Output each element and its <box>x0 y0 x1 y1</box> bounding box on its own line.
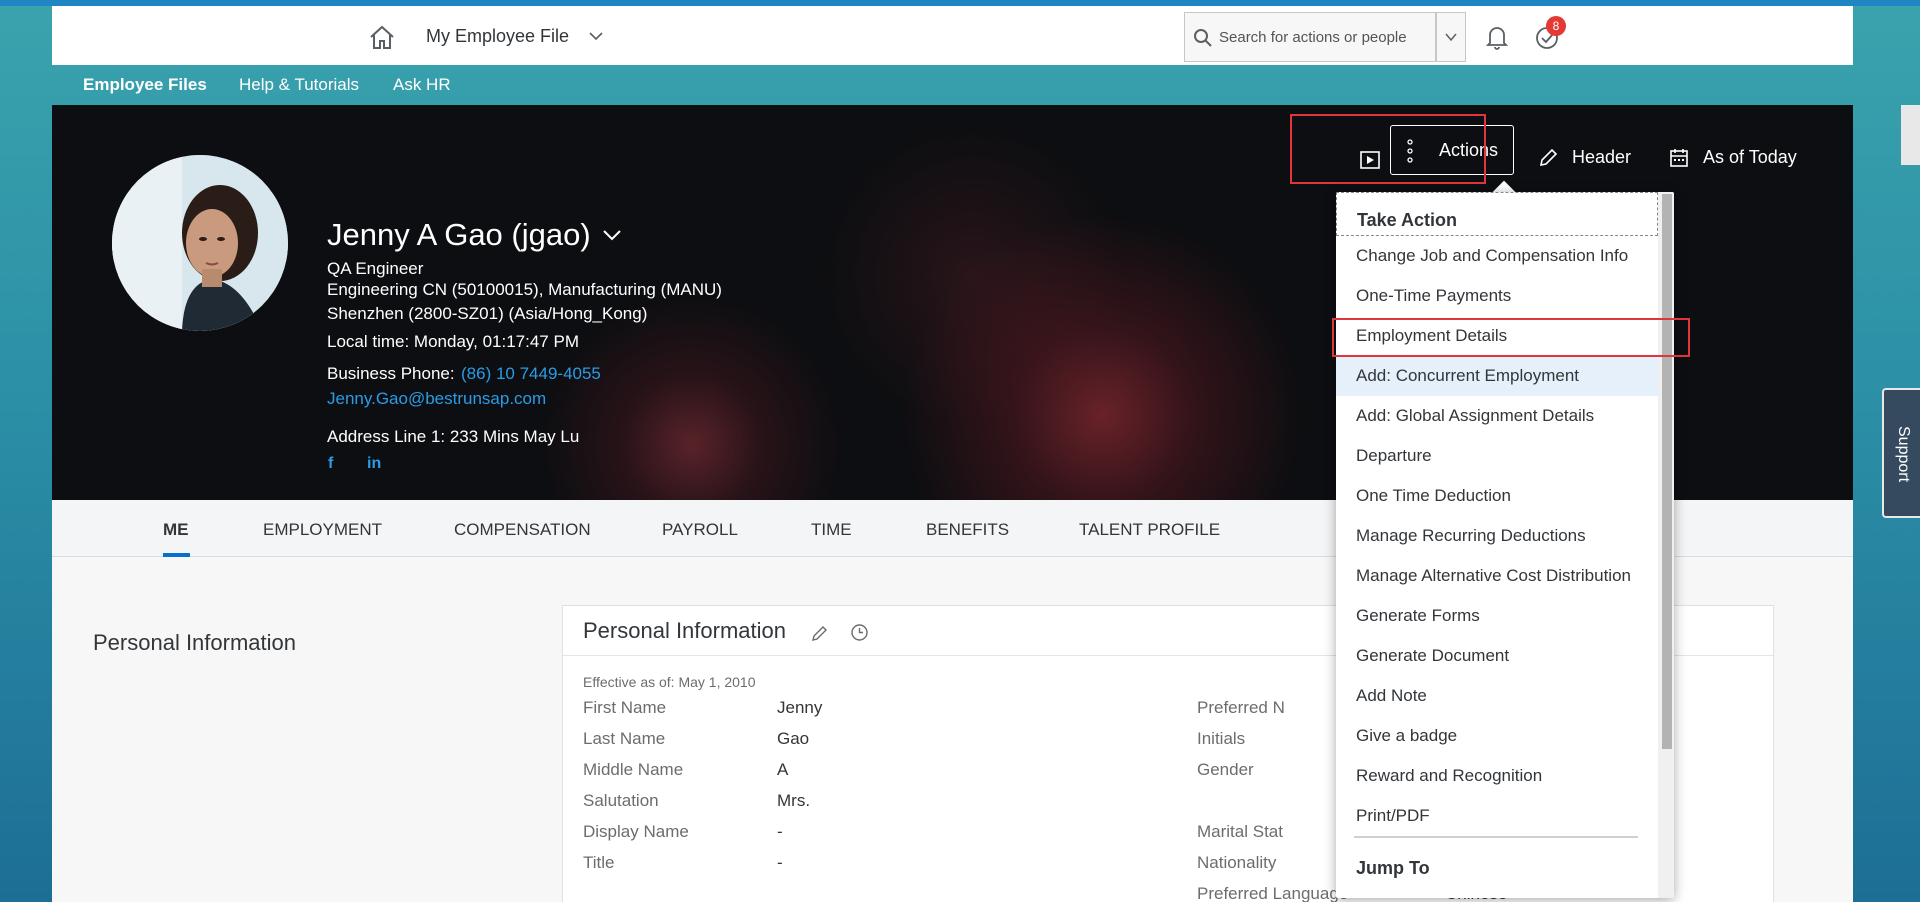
menu-item-change-job[interactable]: Change Job and Compensation Info <box>1336 236 1658 276</box>
field-value: A <box>777 760 789 779</box>
field-label: Gender <box>1197 760 1254 779</box>
subnav-employee-files[interactable]: Employee Files <box>83 75 207 95</box>
calendar-icon <box>1670 148 1688 167</box>
employee-name: Jenny A Gao (jgao) <box>327 217 591 252</box>
email-link[interactable]: Jenny.Gao@bestrunsap.com <box>327 389 546 409</box>
pencil-icon[interactable] <box>811 624 829 642</box>
business-phone-label: Business Phone: <box>327 364 455 383</box>
menu-heading-take-action: Take Action <box>1336 192 1658 236</box>
menu-item-one-time-payments[interactable]: One-Time Payments <box>1336 276 1658 316</box>
field-label: Preferred Language <box>1197 884 1349 902</box>
search-scope-dropdown[interactable] <box>1436 12 1466 62</box>
edit-header-button[interactable]: Header <box>1538 147 1631 168</box>
field-label: Initials <box>1197 729 1246 748</box>
shell-bar: My Employee File Search for actions or p… <box>52 6 1853 65</box>
menu-item-generate-document[interactable]: Generate Document <box>1336 636 1658 676</box>
menu-scrollbar-thumb[interactable] <box>1662 194 1672 749</box>
local-time: Local time: Monday, 01:17:47 PM <box>327 332 579 351</box>
pencil-icon <box>1539 148 1558 166</box>
field-label: Nationality <box>1197 853 1277 872</box>
field-label: Title <box>583 853 615 872</box>
search-icon <box>1194 29 1212 47</box>
field-label: Middle Name <box>583 760 684 779</box>
as-of-label: As of Today <box>1703 147 1797 167</box>
menu-item-departure[interactable]: Departure <box>1336 436 1658 476</box>
department: Engineering CN (50100015), Manufacturing… <box>327 280 722 299</box>
chevron-down-icon <box>1445 33 1457 42</box>
support-label: Support <box>1895 426 1912 483</box>
menu-item-reward-recognition[interactable]: Reward and Recognition <box>1336 756 1658 796</box>
field-label: Last Name <box>583 729 666 748</box>
field-label: Preferred N <box>1197 698 1285 717</box>
actions-menu: Take Action Change Job and Compensation … <box>1336 192 1674 898</box>
job-title: QA Engineer <box>327 259 424 278</box>
menu-item-recurring-deductions[interactable]: Manage Recurring Deductions <box>1336 516 1658 556</box>
menu-item-concurrent-employment[interactable]: Add: Concurrent Employment <box>1336 356 1658 396</box>
field-value: - <box>777 853 783 872</box>
page-scrollbar[interactable] <box>1901 105 1920 165</box>
field-value: Jenny <box>777 698 823 717</box>
menu-item-global-assignment[interactable]: Add: Global Assignment Details <box>1336 396 1658 436</box>
menu-heading-jump-to: Jump To <box>1356 858 1430 878</box>
menu-item-alt-cost-distribution[interactable]: Manage Alternative Cost Distribution <box>1336 556 1658 596</box>
menu-divider <box>1354 836 1638 838</box>
actions-highlight-box <box>1290 114 1486 184</box>
home-icon[interactable] <box>368 24 396 50</box>
field-label: Marital Stat <box>1197 822 1283 841</box>
tab-benefits[interactable]: BENEFITS <box>926 520 1009 540</box>
chevron-down-icon[interactable] <box>601 224 623 246</box>
tab-me[interactable]: ME <box>163 520 189 540</box>
app-title[interactable]: My Employee File <box>426 26 569 47</box>
card-title: Personal Information <box>583 618 786 643</box>
field-label: Salutation <box>583 791 659 810</box>
menu-item-generate-forms[interactable]: Generate Forms <box>1336 596 1658 636</box>
tab-talent-profile[interactable]: TALENT PROFILE <box>1079 520 1220 540</box>
subnav-ask-hr[interactable]: Ask HR <box>393 75 451 95</box>
sub-navigation: Employee Files Help & Tutorials Ask HR <box>52 65 1853 104</box>
tab-employment[interactable]: EMPLOYMENT <box>263 520 382 540</box>
bell-icon[interactable] <box>1484 24 1510 50</box>
notification-badge: 8 <box>1546 16 1566 36</box>
address: Address Line 1: 233 Mins May Lu <box>327 427 580 446</box>
field-value: Gao <box>777 729 810 748</box>
field-value: - <box>777 822 783 841</box>
linkedin-icon[interactable]: in <box>367 455 381 473</box>
search-field[interactable]: Search for actions or people <box>1184 12 1436 62</box>
app-window: My Employee File Search for actions or p… <box>52 6 1853 902</box>
menu-item-add-note[interactable]: Add Note <box>1336 676 1658 716</box>
section-label: Personal Information <box>93 630 296 655</box>
avatar <box>112 155 288 331</box>
tab-compensation[interactable]: COMPENSATION <box>454 520 591 540</box>
header-label: Header <box>1572 147 1632 167</box>
search-placeholder: Search for actions or people <box>1219 29 1407 46</box>
tab-payroll[interactable]: PAYROLL <box>662 520 738 540</box>
chevron-down-icon[interactable] <box>588 28 604 44</box>
employment-details-highlight-box <box>1332 318 1690 357</box>
as-of-today-button[interactable]: As of Today <box>1669 147 1797 168</box>
field-label: Display Name <box>583 822 689 841</box>
employee-name-row[interactable]: Jenny A Gao (jgao) <box>327 217 623 253</box>
menu-item-one-time-deduction[interactable]: One Time Deduction <box>1336 476 1658 516</box>
subnav-help-tutorials[interactable]: Help & Tutorials <box>239 75 359 95</box>
effective-date: Effective as of: May 1, 2010 <box>583 674 756 690</box>
business-phone-link[interactable]: (86) 10 7449-4055 <box>461 364 601 384</box>
facebook-icon[interactable]: f <box>328 455 333 473</box>
location: Shenzhen (2800-SZ01) (Asia/Hong_Kong) <box>327 304 648 323</box>
tab-time[interactable]: TIME <box>811 520 852 540</box>
field-value: Mrs. <box>777 791 811 810</box>
menu-item-give-badge[interactable]: Give a badge <box>1336 716 1658 756</box>
support-tab[interactable]: Support <box>1882 388 1920 518</box>
menu-item-print-pdf[interactable]: Print/PDF <box>1336 796 1658 836</box>
history-icon[interactable] <box>850 623 869 642</box>
field-label: First Name <box>583 698 667 717</box>
